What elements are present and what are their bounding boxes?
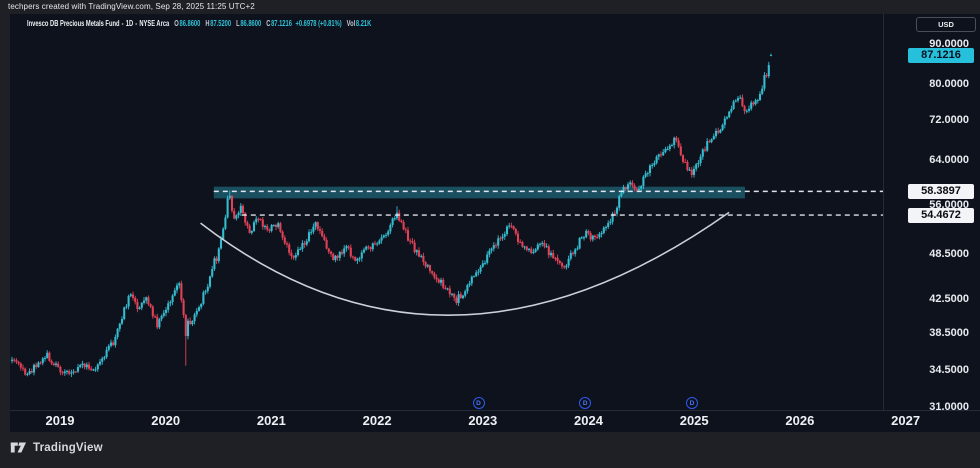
low-label: L [236,19,240,28]
price-tick: 48.5000 [929,248,969,261]
year-label: 2026 [785,413,815,428]
high-label: H [205,19,210,28]
year-label: 2027 [891,413,921,428]
price-tick: 72.0000 [929,113,969,126]
chart-panel: Invesco DB Precious Metals Fund - 1D - N… [10,14,980,432]
year-label: 2025 [679,413,709,428]
price-tick: 80.0000 [929,77,969,90]
watermark-text: techpers created with TradingView.com, S… [8,2,255,11]
resistance-level-label: 58.3897 [908,183,974,199]
close-value: 87.1216 [271,19,292,28]
footer-branding[interactable]: TradingView [10,440,103,455]
volume-value: 8.21K [355,19,372,28]
year-label: 2023 [468,413,498,428]
price-tick: 31.0000 [929,400,969,413]
high-value: 87.5200 [210,19,232,28]
year-label: 2019 [45,413,75,428]
open-label: O [174,19,179,28]
tradingview-logo-icon [10,440,27,455]
open-value: 86.8600 [179,19,201,28]
change-value: +0.6978 (+0.81%) [295,19,342,28]
last-price-label: 87.1216 [908,47,974,63]
brand-name: TradingView [33,441,103,454]
symbol-legend[interactable]: Invesco DB Precious Metals Fund - 1D - N… [27,19,371,28]
dividend-marker[interactable]: D [686,397,699,409]
symbol-title: Invesco DB Precious Metals Fund [27,19,120,28]
year-label: 2020 [151,413,181,428]
low-value: 86.8600 [240,19,262,28]
tradingview-chart-screenshot: techpers created with TradingView.com, S… [0,0,980,468]
interval-label: 1D [125,19,134,28]
close-label: C [266,19,271,28]
legend-separator: - [135,19,138,28]
price-tick: 64.0000 [929,153,969,166]
price-tick: 42.5000 [929,293,969,306]
price-tick: 38.5000 [929,326,969,339]
currency-toggle-button[interactable]: USD [916,17,976,32]
year-label: 2021 [256,413,286,428]
volume-label: Vol [346,19,356,28]
dividend-marker[interactable]: D [472,397,485,409]
support-level-label: 54.4672 [908,207,974,223]
year-label: 2024 [574,413,603,428]
time-axis[interactable]: 2019 2020 2021 2022 2023 2024 2025 2026 2027 [10,410,980,432]
legend-separator: - [121,19,124,28]
price-chart-canvas[interactable] [10,14,883,411]
exchange-label: NYSE Arca [139,19,170,28]
year-label: 2022 [362,413,392,428]
price-tick: 34.5000 [929,364,969,377]
